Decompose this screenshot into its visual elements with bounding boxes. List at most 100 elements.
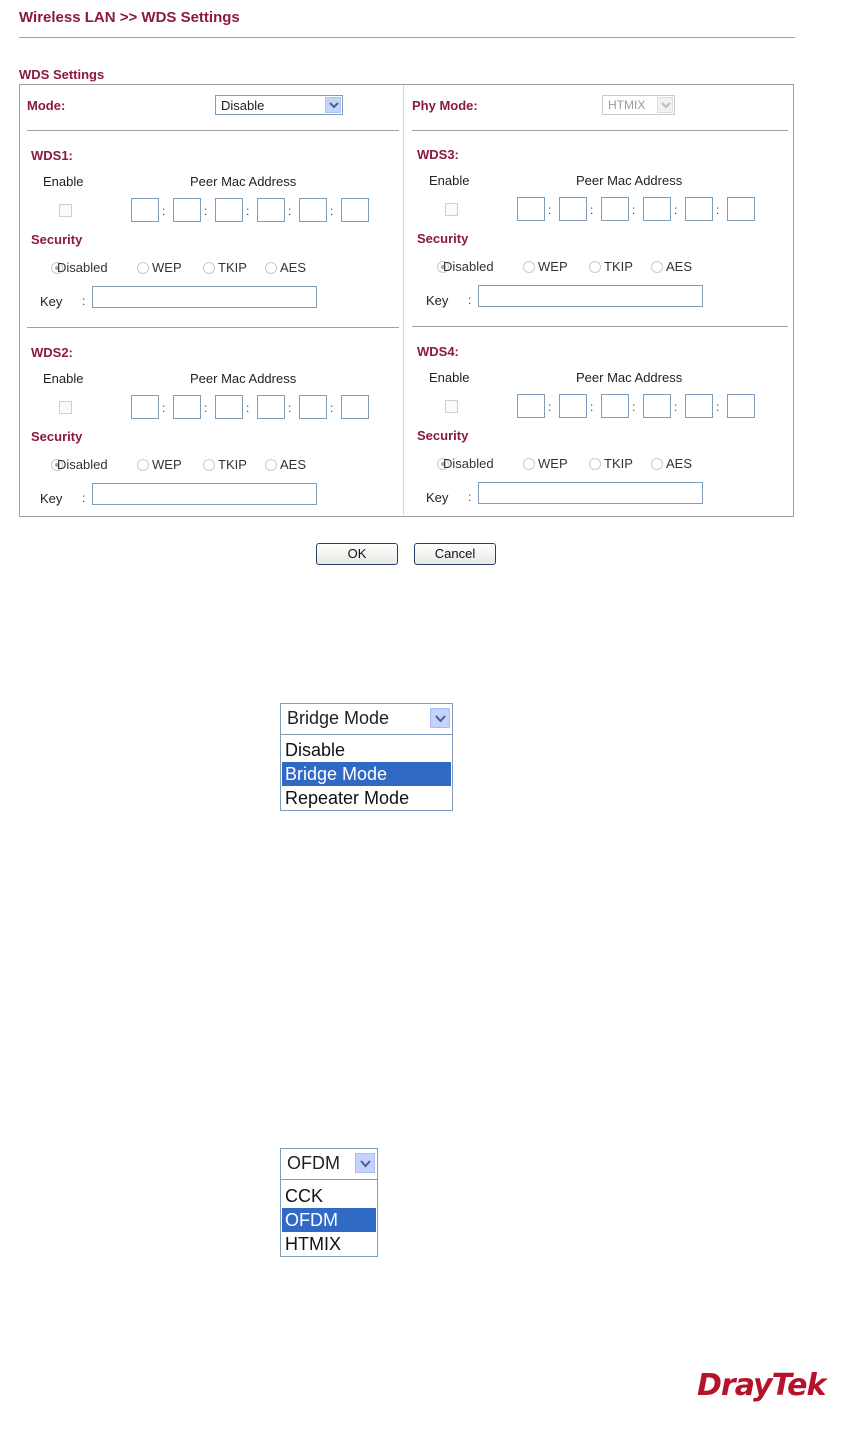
mac-octet-input[interactable] [173, 198, 201, 222]
security-option-label: Disabled [443, 259, 494, 274]
mac-separator: : [246, 401, 250, 415]
wds3-key-input[interactable] [478, 285, 703, 307]
wds2-enable-checkbox[interactable] [59, 401, 72, 414]
phy-mode-dropdown-header[interactable]: OFDM [281, 1149, 377, 1180]
security-radio[interactable] [137, 459, 149, 471]
security-label: Security [31, 429, 83, 444]
security-label: Security [417, 428, 469, 443]
security-radio[interactable] [137, 262, 149, 274]
mac-separator: : [548, 400, 552, 414]
mac-octet-input[interactable] [341, 198, 369, 222]
mac-octet-input[interactable] [517, 394, 545, 418]
wds2-label: WDS2: [31, 345, 73, 360]
security-option-label: TKIP [218, 260, 247, 275]
phy-mode-option[interactable]: OFDM [282, 1208, 376, 1232]
phy-mode-option[interactable]: HTMIX [282, 1232, 376, 1256]
row-divider [412, 326, 788, 327]
mode-dropdown-header[interactable]: Bridge Mode [281, 704, 452, 735]
mac-octet-input[interactable] [601, 394, 629, 418]
wds1-enable-checkbox[interactable] [59, 204, 72, 217]
key-label: Key [426, 490, 449, 505]
peer-mac-label: Peer Mac Address [576, 173, 683, 188]
mac-octet-input[interactable] [727, 394, 755, 418]
cancel-button[interactable]: Cancel [414, 543, 496, 565]
wds4-key-input[interactable] [478, 482, 703, 504]
wds4-enable-checkbox[interactable] [445, 400, 458, 413]
mode-dropdown-value: Bridge Mode [287, 708, 390, 728]
mac-octet-input[interactable] [727, 197, 755, 221]
mac-octet-input[interactable] [131, 198, 159, 222]
security-label: Security [31, 232, 83, 247]
security-radio[interactable] [589, 458, 601, 470]
security-radio[interactable] [203, 262, 215, 274]
mac-octet-input[interactable] [299, 395, 327, 419]
row-divider [27, 130, 399, 131]
security-option-label: Disabled [57, 457, 108, 472]
wds3-label: WDS3: [417, 147, 459, 162]
security-radio[interactable] [589, 261, 601, 273]
mac-octet-input[interactable] [299, 198, 327, 222]
security-radio[interactable] [651, 458, 663, 470]
security-option-label: Disabled [443, 456, 494, 471]
security-option-label: TKIP [604, 456, 633, 471]
mac-octet-input[interactable] [685, 394, 713, 418]
mac-separator: : [204, 401, 208, 415]
security-radio[interactable] [651, 261, 663, 273]
column-divider [403, 85, 404, 515]
mode-select[interactable]: Disable [215, 95, 343, 115]
mac-separator: : [632, 203, 636, 217]
security-radio[interactable] [523, 261, 535, 273]
key-label: Key [40, 294, 63, 309]
key-colon: : [82, 491, 86, 505]
mac-octet-input[interactable] [517, 197, 545, 221]
key-label: Key [40, 491, 63, 506]
chevron-down-icon [355, 1153, 375, 1173]
phy-mode-select[interactable]: HTMIX [602, 95, 675, 115]
mode-option[interactable]: Disable [282, 738, 451, 762]
phy-mode-option[interactable]: CCK [282, 1184, 376, 1208]
mac-octet-input[interactable] [341, 395, 369, 419]
mode-dropdown[interactable]: Bridge Mode Disable Bridge Mode Repeater… [280, 703, 453, 811]
phy-mode-select-value: HTMIX [608, 98, 646, 112]
mac-octet-input[interactable] [643, 197, 671, 221]
security-option-label: WEP [538, 456, 568, 471]
chevron-down-icon [657, 97, 673, 113]
security-radio[interactable] [203, 459, 215, 471]
security-radio[interactable] [523, 458, 535, 470]
ok-button[interactable]: OK [316, 543, 398, 565]
mac-octet-input[interactable] [643, 394, 671, 418]
security-option-label: TKIP [218, 457, 247, 472]
security-radio[interactable] [265, 262, 277, 274]
mac-octet-input[interactable] [131, 395, 159, 419]
mac-octet-input[interactable] [685, 197, 713, 221]
phy-mode-label: Phy Mode: [412, 98, 478, 113]
wds1-label: WDS1: [31, 148, 73, 163]
wds2-key-input[interactable] [92, 483, 317, 505]
mac-octet-input[interactable] [559, 197, 587, 221]
phy-mode-dropdown[interactable]: OFDM CCK OFDM HTMIX [280, 1148, 378, 1257]
mac-octet-input[interactable] [257, 395, 285, 419]
mode-option[interactable]: Repeater Mode [282, 786, 451, 810]
mac-octet-input[interactable] [559, 394, 587, 418]
enable-label: Enable [429, 370, 470, 385]
row-divider [27, 327, 399, 328]
mac-octet-input[interactable] [215, 395, 243, 419]
mac-separator: : [590, 203, 594, 217]
peer-mac-label: Peer Mac Address [576, 370, 683, 385]
key-label: Key [426, 293, 449, 308]
mac-octet-input[interactable] [257, 198, 285, 222]
mac-octet-input[interactable] [601, 197, 629, 221]
wds3-enable-checkbox[interactable] [445, 203, 458, 216]
security-option-label: WEP [152, 260, 182, 275]
wds1-key-input[interactable] [92, 286, 317, 308]
peer-mac-label: Peer Mac Address [190, 371, 297, 386]
mac-separator: : [246, 204, 250, 218]
mac-separator: : [162, 204, 166, 218]
mac-octet-input[interactable] [173, 395, 201, 419]
mac-octet-input[interactable] [215, 198, 243, 222]
security-option-label: AES [666, 259, 693, 274]
mode-option[interactable]: Bridge Mode [282, 762, 451, 786]
security-radio[interactable] [265, 459, 277, 471]
security-option-label: AES [666, 456, 693, 471]
mac-separator: : [330, 204, 334, 218]
